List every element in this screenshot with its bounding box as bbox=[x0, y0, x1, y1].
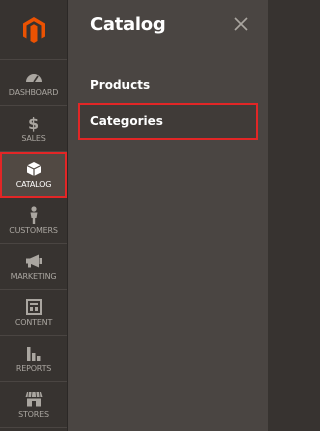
person-icon bbox=[29, 206, 39, 224]
catalog-menu: Products Categories bbox=[68, 68, 268, 140]
sidebar-item-catalog[interactable]: CATALOG bbox=[0, 152, 67, 198]
sidebar-item-content[interactable]: CONTENT bbox=[0, 290, 67, 336]
sidebar-item-label: CONTENT bbox=[14, 318, 53, 327]
bar-chart-icon bbox=[26, 344, 42, 362]
panel-title: Catalog bbox=[90, 14, 166, 35]
storefront-icon bbox=[25, 390, 43, 408]
close-icon bbox=[234, 17, 248, 31]
sidebar-item-label: MARKETING bbox=[10, 272, 57, 281]
sidebar-item-label: CUSTOMERS bbox=[9, 226, 58, 235]
dollar-icon: $ bbox=[28, 113, 39, 133]
layout-icon bbox=[25, 298, 42, 316]
sidebar-item-label: REPORTS bbox=[15, 364, 52, 373]
magento-logo-icon bbox=[22, 16, 45, 43]
menu-link-products[interactable]: Products bbox=[68, 68, 268, 103]
sidebar-item-sales[interactable]: $ SALES bbox=[0, 106, 67, 152]
box-icon bbox=[26, 160, 42, 178]
sidebar-item-customers[interactable]: CUSTOMERS bbox=[0, 198, 67, 244]
sidebar-item-label: CATALOG bbox=[15, 180, 52, 189]
admin-sidebar: DASHBOARD $ SALES CATALOG CUSTOMERS MARK… bbox=[0, 0, 68, 431]
sidebar-item-label: DASHBOARD bbox=[8, 88, 59, 97]
sidebar-item-label: SALES bbox=[21, 134, 46, 143]
menu-link-categories[interactable]: Categories bbox=[78, 103, 258, 140]
magento-logo[interactable] bbox=[0, 0, 67, 60]
sidebar-item-dashboard[interactable]: DASHBOARD bbox=[0, 60, 67, 106]
sidebar-item-stores[interactable]: STORES bbox=[0, 382, 67, 428]
close-button[interactable] bbox=[234, 16, 248, 31]
catalog-flyout-panel: Catalog Products Categories bbox=[68, 0, 268, 431]
gauge-icon bbox=[25, 68, 43, 86]
sidebar-item-reports[interactable]: REPORTS bbox=[0, 336, 67, 382]
sidebar-item-label: STORES bbox=[18, 410, 49, 419]
sidebar-item-marketing[interactable]: MARKETING bbox=[0, 244, 67, 290]
megaphone-icon bbox=[25, 252, 43, 270]
